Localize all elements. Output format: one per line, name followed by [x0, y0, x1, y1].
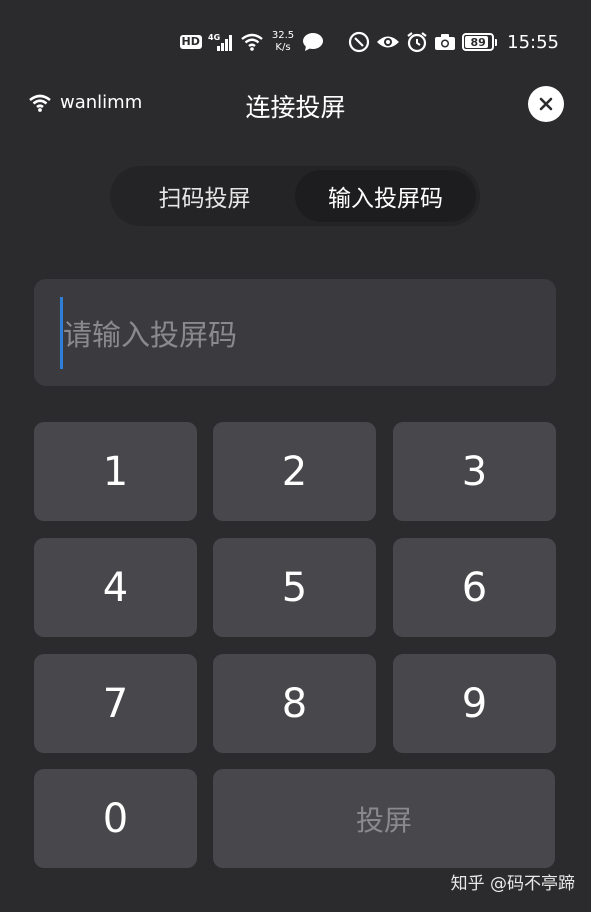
- close-button[interactable]: [528, 86, 564, 122]
- key-4[interactable]: 4: [34, 538, 197, 637]
- net-speed-unit: K/s: [275, 42, 291, 53]
- key-0[interactable]: 0: [34, 769, 197, 868]
- watermark: 知乎 @码不亭蹄: [450, 874, 575, 894]
- eye-icon: [376, 33, 400, 51]
- key-7[interactable]: 7: [34, 654, 197, 753]
- chat-icon: [302, 32, 324, 52]
- cast-button[interactable]: 投屏: [213, 769, 555, 868]
- key-3[interactable]: 3: [393, 422, 556, 521]
- header: wanlimm 连接投屏: [0, 82, 591, 128]
- key-9[interactable]: 9: [393, 654, 556, 753]
- screen: HD 4G 32.5 K/s 89 15:55 wanlimm 连接投屏 扫码投…: [0, 0, 591, 912]
- no-disturb-icon: [348, 31, 370, 53]
- cast-code-input[interactable]: 请输入投屏码: [34, 279, 556, 386]
- key-5[interactable]: 5: [213, 538, 376, 637]
- clock: 15:55: [507, 31, 559, 53]
- battery-icon: 89: [462, 33, 498, 51]
- net-speed: 32.5 K/s: [272, 30, 294, 54]
- key-8[interactable]: 8: [213, 654, 376, 753]
- key-2[interactable]: 2: [213, 422, 376, 521]
- signal-icon: 4G: [208, 32, 234, 52]
- hd-badge: HD: [179, 35, 202, 49]
- tab-enter-code[interactable]: 输入投屏码: [295, 170, 476, 222]
- battery-level: 89: [470, 35, 486, 49]
- wifi-icon: [240, 32, 264, 52]
- close-icon: [539, 97, 553, 111]
- signal-label: 4G: [208, 33, 220, 42]
- page-title: 连接投屏: [245, 93, 346, 122]
- key-1[interactable]: 1: [34, 422, 197, 521]
- camera-icon: [434, 33, 456, 51]
- status-bar: HD 4G 32.5 K/s 89 15:55: [179, 26, 559, 58]
- tab-scan-code[interactable]: 扫码投屏: [114, 170, 295, 222]
- net-speed-value: 32.5: [271, 30, 295, 41]
- alarm-icon: [406, 31, 428, 53]
- mode-tabs: 扫码投屏 输入投屏码: [110, 166, 480, 226]
- cast-code-placeholder: 请输入投屏码: [63, 317, 238, 352]
- key-6[interactable]: 6: [393, 538, 556, 637]
